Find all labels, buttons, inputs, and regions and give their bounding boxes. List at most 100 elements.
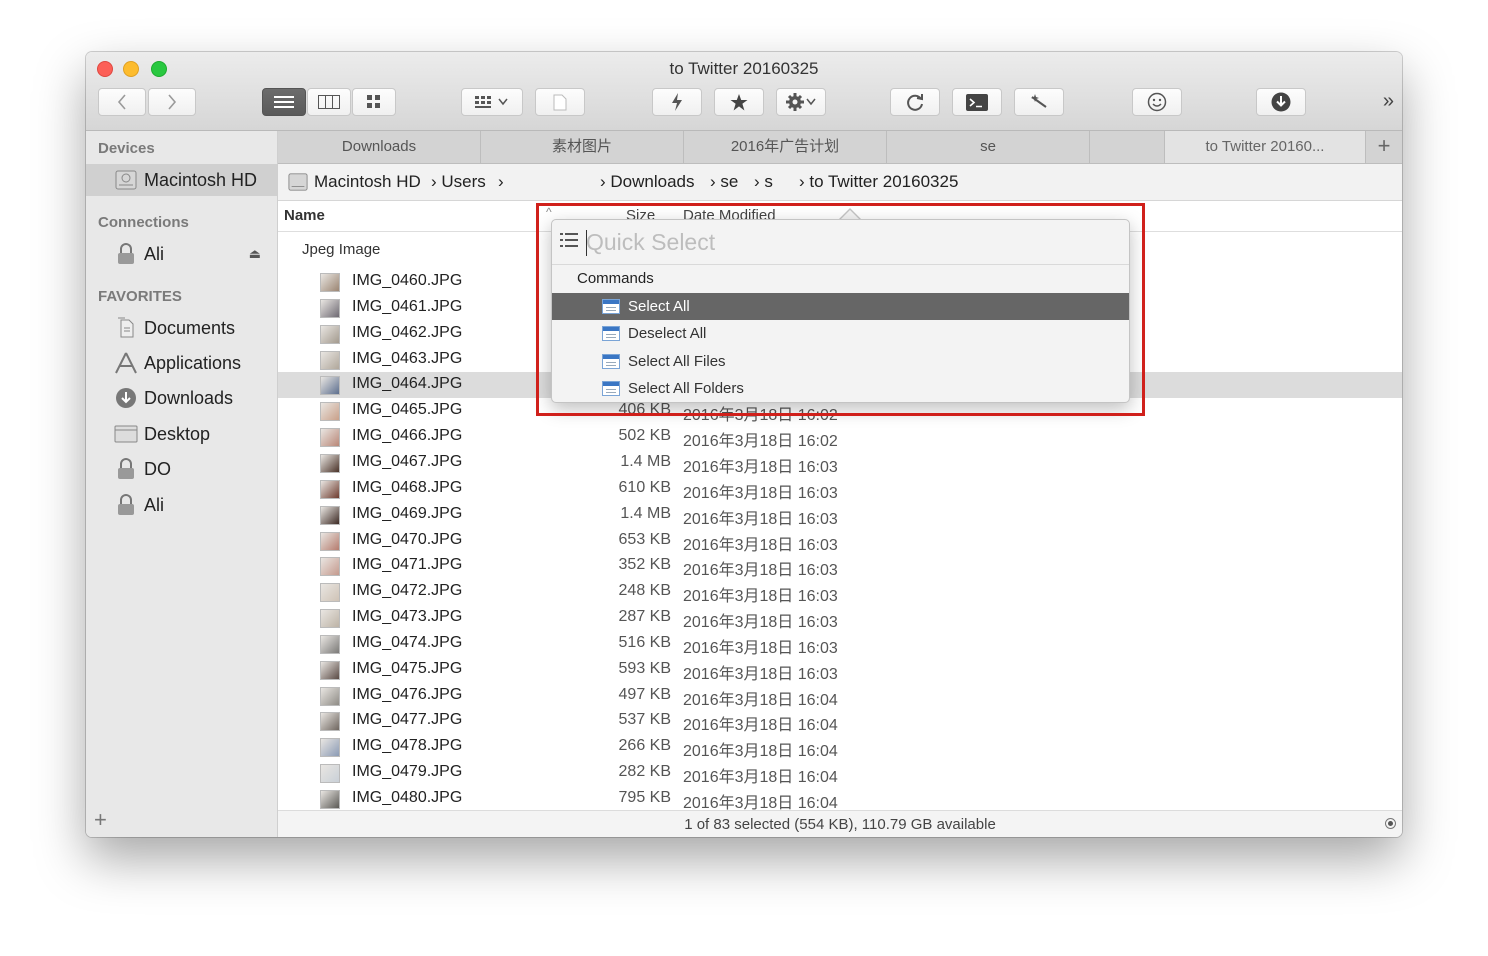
image-thumbnail-icon [320, 634, 340, 654]
new-file-button[interactable] [535, 88, 585, 116]
smiley-icon [1147, 92, 1167, 112]
table-row[interactable]: IMG_0475.JPG 593 KB 2016年3月18日 16:03 [278, 657, 1402, 683]
window-title: to Twitter 20160325 [669, 59, 819, 78]
path-bar: Macintosh HD › Users › › Downloads › se … [278, 164, 1402, 201]
file-size: 248 KB [618, 582, 671, 600]
tab-se[interactable]: se [887, 131, 1090, 163]
documents-icon [114, 316, 138, 340]
image-thumbnail-icon [320, 609, 340, 629]
tab-downloads[interactable]: Downloads [278, 131, 481, 163]
table-row[interactable]: IMG_0471.JPG 352 KB 2016年3月18日 16:03 [278, 553, 1402, 579]
sidebar-item-macintosh-hd[interactable]: Macintosh HD [86, 164, 277, 196]
table-row[interactable]: IMG_0466.JPG 502 KB 2016年3月18日 16:02 [278, 424, 1402, 450]
table-row[interactable]: IMG_0474.JPG 516 KB 2016年3月18日 16:03 [278, 631, 1402, 657]
tab-to-twitter[interactable]: to Twitter 20160... [1165, 131, 1366, 163]
refresh-icon [907, 94, 923, 111]
sidebar-item-applications[interactable]: Applications [86, 347, 277, 379]
emoji-button[interactable] [1132, 88, 1182, 116]
applications-icon [114, 351, 138, 375]
image-thumbnail-icon [320, 273, 340, 292]
lock-icon [114, 242, 138, 266]
icon-view-button[interactable] [352, 88, 396, 116]
favorite-button[interactable] [714, 88, 764, 116]
file-name: IMG_0476.JPG [352, 685, 463, 703]
table-row[interactable]: IMG_0477.JPG 537 KB 2016年3月18日 16:04 [278, 708, 1402, 734]
status-bar: 1 of 83 selected (554 KB), 110.79 GB ava… [278, 810, 1402, 837]
icon-view-icon [367, 95, 380, 108]
file-size: 287 KB [618, 608, 671, 626]
path-segment-se[interactable]: › se [710, 172, 738, 192]
file-size: 795 KB [618, 789, 671, 806]
column-view-button[interactable] [307, 88, 351, 116]
path-segment-s[interactable]: › s [754, 172, 773, 192]
file-size: 1.4 MB [620, 504, 671, 522]
path-segment-to-twitter[interactable]: › to Twitter 20160325 [799, 172, 958, 192]
arrange-menu-button[interactable] [461, 88, 523, 116]
table-row[interactable]: IMG_0479.JPG 282 KB 2016年3月18日 16:04 [278, 760, 1402, 786]
table-row[interactable]: IMG_0470.JPG 653 KB 2016年3月18日 16:03 [278, 528, 1402, 554]
action-menu-button[interactable] [776, 88, 826, 116]
table-row[interactable]: IMG_0467.JPG 1.4 MB 2016年3月18日 16:03 [278, 450, 1402, 476]
toolbar-overflow-button[interactable]: » [1383, 90, 1394, 113]
file-date: 2016年3月18日 16:04 [683, 717, 838, 735]
lock-icon [114, 493, 138, 517]
file-name: IMG_0471.JPG [352, 556, 463, 574]
sidebar-item-do[interactable]: DO [86, 453, 277, 485]
table-row[interactable]: IMG_0468.JPG 610 KB 2016年3月18日 16:03 [278, 476, 1402, 502]
table-row[interactable]: IMG_0472.JPG 248 KB 2016年3月18日 16:03 [278, 579, 1402, 605]
table-row[interactable]: IMG_0473.JPG 287 KB 2016年3月18日 16:03 [278, 605, 1402, 631]
image-thumbnail-icon [320, 376, 340, 396]
path-segment-users[interactable]: › Users [431, 172, 486, 192]
path-segment-downloads[interactable]: › Downloads [600, 172, 695, 192]
path-segment-macintosh-hd[interactable]: Macintosh HD [314, 172, 421, 192]
sidebar-item-documents[interactable]: Documents [86, 312, 277, 344]
chevron-left-icon [117, 94, 126, 110]
sidebar-item-label: Downloads [144, 387, 234, 408]
column-view-icon [318, 95, 340, 109]
forward-button[interactable] [148, 88, 196, 116]
download-button[interactable] [1256, 88, 1306, 116]
sidebar-item-label: Desktop [144, 423, 211, 444]
file-name: IMG_0469.JPG [352, 504, 463, 522]
new-tab-button[interactable]: + [1366, 131, 1402, 163]
table-row[interactable]: IMG_0478.JPG 266 KB 2016年3月18日 16:04 [278, 734, 1402, 760]
back-button[interactable] [98, 88, 146, 116]
file-date: 2016年3月18日 16:03 [683, 614, 838, 632]
file-date: 2016年3月18日 16:03 [683, 510, 838, 528]
sidebar-item-ali-connection[interactable]: Ali ⏏ [86, 238, 277, 270]
downloads-icon [114, 386, 138, 410]
file-name: IMG_0477.JPG [352, 711, 463, 729]
sidebar-header-favorites: FAVORITES [98, 288, 182, 305]
list-view-button[interactable] [262, 88, 306, 116]
add-sidebar-item-button[interactable]: + [94, 807, 107, 833]
status-indicator-icon[interactable] [1385, 818, 1396, 829]
file-date: 2016年3月18日 16:02 [683, 433, 838, 451]
table-row[interactable]: IMG_0476.JPG 497 KB 2016年3月18日 16:04 [278, 683, 1402, 709]
file-name: IMG_0463.JPG [352, 349, 463, 367]
title-bar: to Twitter 20160325 » [86, 52, 1402, 131]
file-name: IMG_0461.JPG [352, 297, 463, 315]
desktop-icon [114, 422, 138, 446]
tab-ad-plan-2016[interactable]: 2016年广告计划 [684, 131, 887, 163]
sidebar-item-desktop[interactable]: Desktop [86, 418, 277, 450]
table-row[interactable]: IMG_0469.JPG 1.4 MB 2016年3月18日 16:03 [278, 502, 1402, 528]
tab-material-images[interactable]: 素材图片 [481, 131, 684, 163]
magic-button[interactable] [1014, 88, 1064, 116]
tab-untitled[interactable] [1090, 131, 1165, 163]
sidebar-item-label: Macintosh HD [144, 169, 258, 190]
image-thumbnail-icon [320, 790, 340, 809]
eject-icon[interactable]: ⏏ [249, 246, 261, 262]
group-label: Jpeg Image [302, 241, 381, 258]
file-size: 610 KB [618, 478, 671, 496]
column-name[interactable]: Name [284, 207, 325, 224]
sidebar-item-ali[interactable]: Ali [86, 489, 277, 521]
file-date: 2016年3月18日 16:03 [683, 484, 838, 502]
terminal-button[interactable] [952, 88, 1002, 116]
file-name: IMG_0466.JPG [352, 427, 463, 445]
list-view-icon [274, 96, 294, 108]
sidebar-header-devices: Devices [98, 140, 155, 157]
sidebar-item-downloads[interactable]: Downloads [86, 382, 277, 414]
table-row[interactable]: IMG_0480.JPG 795 KB 2016年3月18日 16:04 [278, 786, 1402, 812]
refresh-button[interactable] [890, 88, 940, 116]
quick-action-button[interactable] [652, 88, 702, 116]
